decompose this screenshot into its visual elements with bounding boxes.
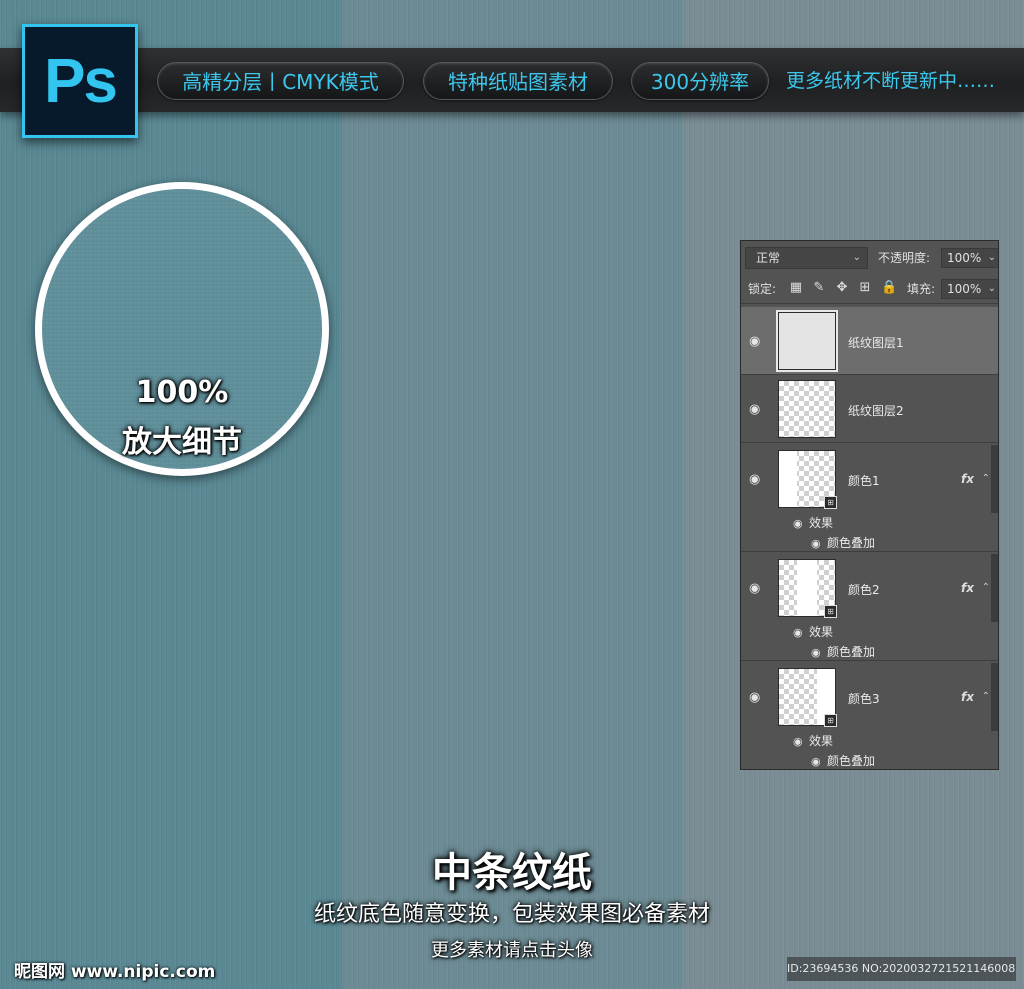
- layers-panel: 正常 ⌄ 不透明度: 100% ⌄ 锁定: ▦ ✎ ✥ ⊞ 🔒 填充: 100%…: [740, 240, 999, 770]
- smart-object-icon: ⊞: [824, 496, 837, 509]
- fx-icon[interactable]: fx: [961, 581, 974, 595]
- layer-name: 颜色3: [848, 692, 880, 706]
- visibility-eye-icon[interactable]: ◉: [793, 517, 809, 530]
- visibility-eye-icon[interactable]: [749, 474, 767, 486]
- chevron-up-icon[interactable]: ⌃: [982, 691, 990, 702]
- update-note: 更多纸材不断更新中……: [786, 70, 996, 92]
- lock-transparent-pixels-icon[interactable]: ▦: [789, 279, 803, 295]
- chevron-up-icon[interactable]: ⌃: [982, 473, 990, 484]
- effect-row[interactable]: ◉ 颜色叠加: [811, 752, 875, 769]
- product-subtitle: 纸纹底色随意变换，包装效果图必备素材: [313, 902, 710, 927]
- blend-opacity-row: 正常 ⌄ 不透明度: 100% ⌄: [745, 247, 998, 269]
- fill-value: 100%: [947, 282, 982, 296]
- opacity-label: 不透明度:: [878, 251, 931, 265]
- watermark-logo: 昵图网 www.nipic.com: [14, 962, 216, 982]
- feature-pill-layers: 高精分层丨CMYK模式: [157, 62, 404, 100]
- layer-name: 颜色2: [848, 583, 880, 597]
- opacity-value: 100%: [947, 251, 982, 265]
- lock-fill-row: 锁定: ▦ ✎ ✥ ⊞ 🔒 填充: 100% ⌄: [741, 275, 998, 304]
- zoom-percent: 100%: [135, 375, 229, 410]
- layer-row-paper-2[interactable]: 纸纹图层2: [741, 375, 998, 443]
- logo-text: Ps: [44, 46, 118, 116]
- visibility-eye-icon[interactable]: ◉: [811, 646, 827, 659]
- chevron-down-icon: ⌄: [852, 252, 861, 263]
- smart-object-icon: ⊞: [824, 605, 837, 618]
- blend-mode-value: 正常: [756, 251, 781, 265]
- layer-name: 纸纹图层2: [848, 404, 904, 418]
- lock-position-icon[interactable]: ✥: [835, 279, 849, 295]
- layer-row-paper-1[interactable]: 纸纹图层1: [741, 307, 998, 375]
- layer-thumbnail: [778, 312, 836, 370]
- chevron-down-icon: ⌄: [987, 252, 996, 263]
- zoom-caption: 放大细节: [122, 425, 242, 460]
- lock-all-icon[interactable]: 🔒: [881, 279, 897, 295]
- smart-object-icon: ⊞: [824, 714, 837, 727]
- fill-input[interactable]: 100% ⌄: [941, 279, 998, 299]
- effect-row[interactable]: ◉ 颜色叠加: [811, 534, 875, 551]
- visibility-eye-icon[interactable]: [749, 692, 767, 704]
- lock-artboard-icon[interactable]: ⊞: [858, 279, 872, 295]
- layer-row-color-1[interactable]: ⊞ 颜色1 fx ⌃ ◉效果 ◉颜色叠加: [741, 443, 998, 552]
- fx-icon[interactable]: fx: [961, 472, 974, 486]
- effects-row[interactable]: ◉ 效果: [793, 514, 833, 531]
- effect-row[interactable]: ◉ 颜色叠加: [811, 643, 875, 660]
- effects-label: 效果: [809, 625, 834, 639]
- opacity-input[interactable]: 100% ⌄: [941, 248, 998, 268]
- visibility-eye-icon[interactable]: ◉: [793, 626, 809, 639]
- layer-name: 纸纹图层1: [848, 336, 904, 350]
- feature-pill-resolution: 300分辨率: [631, 62, 769, 100]
- product-title: 中条纹纸: [432, 850, 592, 896]
- effects-row[interactable]: ◉ 效果: [793, 732, 833, 749]
- layer-thumbnail: ⊞: [778, 559, 837, 618]
- layer-name: 颜色1: [848, 474, 880, 488]
- visibility-eye-icon[interactable]: [749, 336, 767, 348]
- image-id-label: ID:23694536 NO:20200327215211460082: [787, 957, 1016, 981]
- effects-label: 效果: [809, 516, 834, 530]
- layer-thumbnail: ⊞: [778, 450, 837, 509]
- visibility-eye-icon[interactable]: ◉: [793, 735, 809, 748]
- effect-name: 颜色叠加: [827, 754, 876, 768]
- visibility-eye-icon[interactable]: [749, 583, 767, 595]
- layer-thumbnail: [778, 380, 836, 438]
- scrollbar[interactable]: [991, 663, 998, 731]
- fx-icon[interactable]: fx: [961, 690, 974, 704]
- visibility-eye-icon[interactable]: [749, 404, 767, 416]
- visibility-eye-icon[interactable]: ◉: [811, 537, 827, 550]
- chevron-up-icon[interactable]: ⌃: [982, 582, 990, 593]
- lock-label: 锁定:: [748, 282, 777, 296]
- blend-mode-select[interactable]: 正常 ⌄: [745, 247, 868, 269]
- lock-image-pixels-icon[interactable]: ✎: [812, 279, 826, 295]
- scrollbar[interactable]: [991, 554, 998, 622]
- photoshop-logo-icon: Ps: [22, 24, 138, 138]
- layer-thumbnail: ⊞: [778, 668, 837, 727]
- visibility-eye-icon[interactable]: ◉: [811, 755, 827, 768]
- layer-row-color-2[interactable]: ⊞ 颜色2 fx ⌃ ◉效果 ◉颜色叠加: [741, 552, 998, 661]
- effect-name: 颜色叠加: [827, 536, 876, 550]
- feature-pill-material: 特种纸贴图素材: [423, 62, 613, 100]
- scrollbar[interactable]: [991, 445, 998, 513]
- effect-name: 颜色叠加: [827, 645, 876, 659]
- effects-row[interactable]: ◉ 效果: [793, 623, 833, 640]
- layer-row-color-3[interactable]: ⊞ 颜色3 fx ⌃ ◉效果 ◉颜色叠加: [741, 661, 998, 769]
- chevron-down-icon: ⌄: [987, 283, 996, 294]
- fill-label: 填充:: [907, 282, 936, 296]
- zoom-detail-circle: 100% 放大细节: [35, 182, 329, 476]
- effects-label: 效果: [809, 734, 834, 748]
